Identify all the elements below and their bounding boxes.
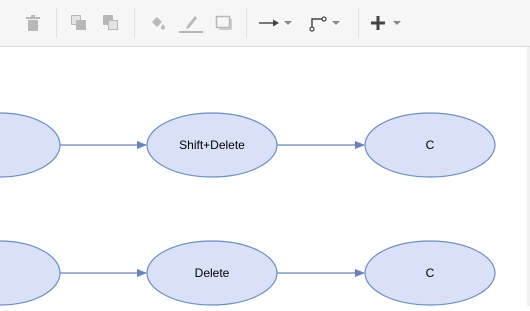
shadow-box-icon [215, 15, 232, 30]
ellipse-node[interactable] [0, 240, 61, 306]
paint-bucket-icon [152, 17, 165, 30]
ellipse-node[interactable]: Shift+Delete [146, 112, 278, 178]
chevron-down-icon [393, 21, 401, 25]
toolbar-separator [134, 8, 135, 38]
diagram-svg: Shift+Delete C Delete C [0, 112, 496, 306]
waypoints-button[interactable] [308, 10, 348, 36]
node-label: Delete [195, 266, 230, 280]
chevron-down-icon [284, 21, 292, 25]
connection-style-button[interactable] [258, 10, 298, 36]
toolbar-separator [56, 8, 57, 38]
chevron-down-icon [332, 21, 340, 25]
to-front-button[interactable] [70, 10, 88, 36]
ellipse-node[interactable]: C [364, 240, 496, 306]
to-back-icon [103, 15, 118, 30]
toolbar-separator [246, 8, 247, 38]
to-back-button[interactable] [102, 10, 120, 36]
node-label: C [426, 138, 435, 152]
waypoint-icon [309, 16, 340, 32]
ellipse-node[interactable]: C [364, 112, 496, 178]
diagram-canvas[interactable]: Shift+Delete C Delete C [0, 47, 530, 306]
fill-color-button[interactable] [148, 10, 168, 36]
delete-button[interactable] [24, 10, 42, 36]
to-front-icon [71, 15, 86, 30]
plus-icon [371, 16, 401, 30]
toolbar [0, 0, 530, 47]
node-label: Shift+Delete [179, 138, 245, 152]
trash-icon [26, 15, 40, 31]
pencil-icon [179, 16, 203, 33]
ellipse-node[interactable] [0, 112, 61, 178]
arrow-right-icon [259, 19, 292, 27]
insert-button[interactable] [368, 10, 408, 36]
shadow-button[interactable] [214, 10, 234, 36]
node-label: C [426, 266, 435, 280]
ellipse-node[interactable]: Delete [146, 240, 278, 306]
line-color-button[interactable] [178, 10, 204, 36]
toolbar-separator [358, 8, 359, 38]
